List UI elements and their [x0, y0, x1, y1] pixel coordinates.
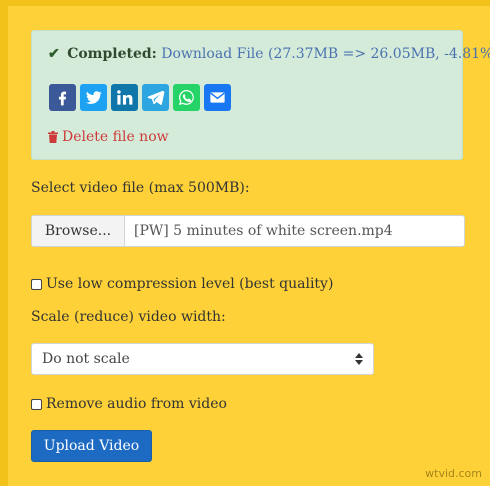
selected-file-name: [PW] 5 minutes of white screen.mp4 [134, 223, 393, 239]
scale-select[interactable]: Do not scale [31, 343, 374, 375]
sort-arrows-icon [355, 353, 363, 365]
trash-icon [48, 131, 58, 143]
video-file-input[interactable]: Browse... [PW] 5 minutes of white screen… [31, 215, 465, 247]
remove-audio-checkbox[interactable] [31, 398, 42, 410]
low-compression-option[interactable]: Use low compression level (best quality) [31, 276, 333, 292]
facebook-share-button[interactable] [49, 84, 76, 111]
twitter-share-button[interactable] [80, 84, 107, 111]
whatsapp-share-button[interactable] [173, 84, 200, 111]
download-file-link[interactable]: Download File (27.37MB => 26.05MB, -4.81… [161, 46, 490, 62]
remove-audio-label: Remove audio from video [46, 396, 227, 412]
twitter-icon [86, 91, 102, 104]
delete-file-link[interactable]: Delete file now [48, 129, 169, 145]
delete-file-label: Delete file now [62, 129, 169, 145]
whatsapp-icon [178, 89, 194, 106]
browse-button[interactable]: Browse... [32, 216, 125, 246]
file-select-label: Select video file (max 500MB): [31, 180, 250, 196]
completed-alert: ✔ Completed: Download File (27.37MB => 2… [31, 30, 490, 160]
converter-panel: ✔ Completed: Download File (27.37MB => 2… [0, 0, 490, 486]
low-compression-checkbox[interactable] [31, 278, 42, 290]
check-icon: ✔ [48, 46, 60, 62]
linkedin-share-button[interactable] [111, 84, 138, 111]
telegram-icon [147, 90, 165, 105]
scale-selected-value: Do not scale [42, 351, 130, 367]
facebook-icon [58, 91, 67, 106]
scale-label: Scale (reduce) video width: [31, 309, 226, 325]
status-line: ✔ Completed: Download File (27.37MB => 2… [48, 46, 490, 62]
low-compression-label: Use low compression level (best quality) [46, 276, 334, 292]
email-share-button[interactable] [204, 84, 231, 111]
email-icon [210, 92, 225, 103]
upload-video-button[interactable]: Upload Video [31, 430, 152, 462]
linkedin-icon [117, 90, 133, 105]
watermark: wtvid.com [425, 467, 482, 480]
remove-audio-option[interactable]: Remove audio from video [31, 396, 227, 412]
share-buttons [49, 84, 231, 111]
telegram-share-button[interactable] [142, 84, 169, 111]
completed-label: Completed: [67, 46, 157, 62]
